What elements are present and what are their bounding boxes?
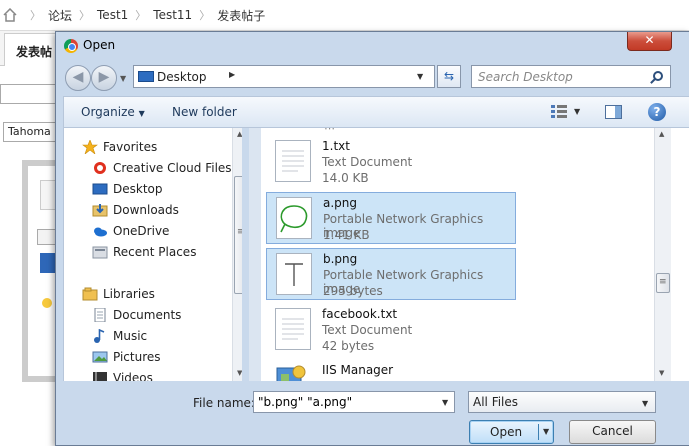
chevron-right-icon: 〉 xyxy=(135,9,147,22)
chevron-right-icon: 〉 xyxy=(199,9,211,22)
videos-icon xyxy=(92,371,108,381)
close-button[interactable]: ✕ xyxy=(627,32,672,51)
breadcrumb-item[interactable]: Test11 xyxy=(153,8,192,22)
chevron-right-icon: 〉 xyxy=(30,9,41,22)
editor-button[interactable] xyxy=(37,229,57,245)
chrome-icon xyxy=(64,39,78,53)
open-dialog: Open ✕ ◀ ▶ ▼ Desktop ▶ ▼ ⇆ Search Deskto… xyxy=(55,31,689,446)
file-type-select[interactable]: All Files ▼ xyxy=(468,391,656,413)
nav-item-favorites[interactable]: Favorites xyxy=(82,137,157,157)
font-select[interactable]: Tahoma xyxy=(3,122,57,142)
search-input[interactable]: Search Desktop xyxy=(471,65,671,88)
downloads-icon xyxy=(92,203,108,217)
address-bar[interactable]: Desktop ▶ ▼ xyxy=(133,65,435,88)
star-icon xyxy=(82,139,98,155)
nav-item-creative-cloud[interactable]: Creative Cloud Files xyxy=(92,158,232,178)
image-thumbnail-icon xyxy=(276,253,312,295)
lightbulb-icon xyxy=(42,298,52,308)
iis-manager-icon xyxy=(275,364,311,381)
scroll-down-icon[interactable]: ▼ xyxy=(237,369,242,377)
text-document-icon xyxy=(275,308,311,350)
documents-icon xyxy=(92,307,108,323)
scroll-thumb[interactable] xyxy=(656,273,670,293)
organize-button[interactable]: Organize ▼ xyxy=(81,105,145,119)
scroll-up-icon[interactable]: ▲ xyxy=(659,130,664,138)
dialog-title: Open xyxy=(83,38,116,52)
cancel-button[interactable]: Cancel xyxy=(569,420,656,444)
breadcrumb-item[interactable]: Test1 xyxy=(97,8,128,22)
search-icon[interactable] xyxy=(653,71,663,81)
title-bar[interactable]: Open ✕ xyxy=(56,32,689,60)
subject-input[interactable] xyxy=(0,84,58,104)
nav-item-libraries[interactable]: Libraries xyxy=(82,284,155,304)
new-folder-button[interactable]: New folder xyxy=(172,105,237,119)
navigation-pane: Favorites Creative Cloud Files Desktop D… xyxy=(63,128,242,381)
views-icon[interactable] xyxy=(551,105,567,119)
tab-post[interactable]: 发表帖 xyxy=(4,33,56,66)
creative-cloud-icon xyxy=(92,161,108,175)
refresh-button[interactable]: ⇆ xyxy=(437,65,461,88)
file-item[interactable]: IIS Manager xyxy=(266,360,516,381)
file-list-scrollbar[interactable]: ▲ ▼ xyxy=(654,128,671,381)
address-location[interactable]: Desktop xyxy=(157,70,207,84)
scroll-thumb[interactable] xyxy=(234,176,242,294)
text-document-icon xyxy=(275,140,311,182)
search-placeholder: Search Desktop xyxy=(478,70,573,84)
music-icon xyxy=(92,328,108,343)
pane-splitter[interactable] xyxy=(249,128,261,381)
recent-places-icon xyxy=(92,245,108,259)
file-name-field[interactable] xyxy=(253,391,455,413)
forward-button[interactable]: ▶ xyxy=(91,65,117,91)
desktop-icon xyxy=(138,71,154,82)
nav-item-recent-places[interactable]: Recent Places xyxy=(92,242,196,262)
breadcrumb-item: 发表帖子 xyxy=(217,8,266,23)
partial-row-text: ⋯ xyxy=(324,128,335,135)
nav-item-pictures[interactable]: Pictures xyxy=(92,347,161,367)
chevron-down-icon[interactable]: ▼ xyxy=(543,427,549,436)
chevron-down-icon[interactable]: ▼ xyxy=(574,107,580,116)
chevron-right-icon[interactable]: ▶ xyxy=(229,70,235,79)
file-item-selected[interactable]: a.png Portable Network Graphics image 1.… xyxy=(266,192,516,244)
scroll-up-icon[interactable]: ▲ xyxy=(237,130,242,138)
file-item[interactable]: facebook.txt Text Document 42 bytes xyxy=(266,304,516,356)
breadcrumb-item[interactable]: 论坛 xyxy=(48,7,72,24)
help-icon[interactable]: ? xyxy=(648,103,666,121)
nav-item-onedrive[interactable]: OneDrive xyxy=(92,221,169,241)
chevron-right-icon: 〉 xyxy=(79,9,91,22)
onedrive-icon xyxy=(92,224,108,238)
nav-item-downloads[interactable]: Downloads xyxy=(92,200,179,220)
file-list: ⋯ 1.txt Text Document 14.0 KB a.png Port… xyxy=(261,128,689,381)
desktop-icon xyxy=(92,182,108,196)
chevron-down-icon[interactable]: ▼ xyxy=(417,72,423,81)
preview-pane-icon[interactable] xyxy=(605,105,622,119)
nav-item-desktop[interactable]: Desktop xyxy=(92,179,163,199)
chevron-down-icon[interactable]: ▼ xyxy=(442,398,448,407)
recent-locations-icon[interactable]: ▼ xyxy=(120,74,126,83)
nav-item-videos[interactable]: Videos xyxy=(92,368,153,381)
pictures-icon xyxy=(92,350,108,364)
split-divider xyxy=(538,424,539,440)
nav-scrollbar[interactable]: ▲ ▼ xyxy=(232,128,242,381)
chevron-down-icon[interactable]: ▼ xyxy=(642,399,648,408)
nav-item-documents[interactable]: Documents xyxy=(92,305,181,325)
file-item-selected[interactable]: b.png Portable Network Graphics image 29… xyxy=(266,248,516,300)
scroll-down-icon[interactable]: ▼ xyxy=(659,369,664,377)
libraries-icon xyxy=(82,287,98,301)
open-button[interactable]: Open ▼ xyxy=(469,420,554,444)
file-item[interactable]: 1.txt Text Document 14.0 KB xyxy=(266,136,516,188)
navigation-row: ◀ ▶ ▼ Desktop ▶ ▼ ⇆ Search Desktop xyxy=(56,60,689,96)
back-button[interactable]: ◀ xyxy=(65,65,91,91)
nav-item-music[interactable]: Music xyxy=(92,326,147,346)
home-icon[interactable] xyxy=(3,7,17,22)
file-name-label: File name: xyxy=(193,396,255,410)
breadcrumb: 〉 论坛 〉 Test1 〉 Test11 〉 发表帖子 xyxy=(0,0,689,30)
image-thumbnail-icon xyxy=(276,197,312,239)
command-bar: Organize ▼ New folder ▼ ? xyxy=(63,96,689,128)
